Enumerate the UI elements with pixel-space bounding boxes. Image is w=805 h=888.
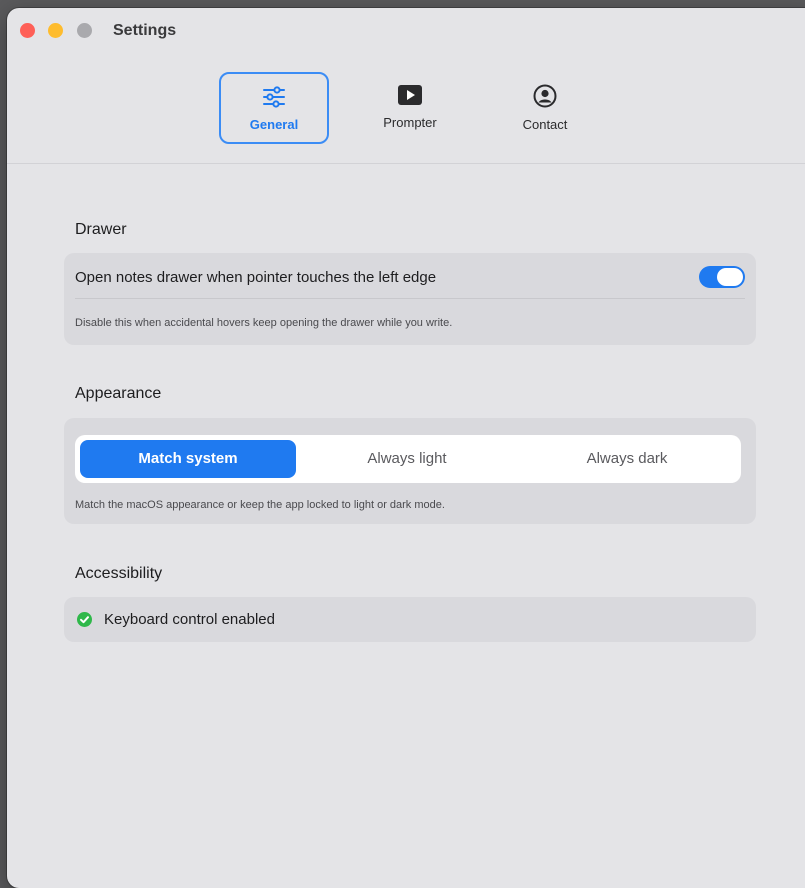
tab-general[interactable]: General: [219, 72, 329, 144]
zoom-window-button[interactable]: [77, 23, 92, 38]
play-icon: [398, 85, 422, 105]
drawer-toggle[interactable]: [699, 266, 745, 288]
segment-match-system[interactable]: Match system: [80, 440, 296, 478]
appearance-segmented-control: Match system Always light Always dark: [75, 435, 741, 483]
tab-general-label: General: [249, 117, 299, 132]
tab-contact[interactable]: Contact: [490, 72, 600, 144]
appearance-helper-text: Match the macOS appearance or keep the a…: [75, 499, 445, 511]
title-bar: Settings: [7, 8, 805, 52]
segment-always-light[interactable]: Always light: [299, 440, 515, 478]
sliders-icon: [263, 86, 285, 108]
accessibility-card: Keyboard control enabled: [64, 597, 756, 642]
minimize-window-button[interactable]: [48, 23, 63, 38]
tab-prompter-label: Prompter: [383, 115, 437, 130]
appearance-card: Match system Always light Always dark Ma…: [64, 418, 756, 524]
checkmark-circle-icon: [77, 612, 92, 627]
person-circle-icon: [533, 84, 557, 108]
keyboard-control-status: Keyboard control enabled: [104, 611, 275, 628]
close-window-button[interactable]: [20, 23, 35, 38]
segment-always-dark[interactable]: Always dark: [519, 440, 735, 478]
drawer-toggle-label: Open notes drawer when pointer touches t…: [75, 269, 437, 286]
settings-window: Settings General Prompter Contact Drawer…: [7, 8, 805, 888]
drawer-card: Open notes drawer when pointer touches t…: [64, 253, 756, 345]
appearance-section-title: Appearance: [75, 385, 162, 402]
tab-contact-label: Contact: [522, 117, 568, 132]
toggle-knob: [717, 268, 743, 286]
divider: [75, 298, 745, 299]
settings-toolbar: General Prompter Contact: [7, 52, 805, 164]
accessibility-section-title: Accessibility: [75, 565, 163, 582]
drawer-section-title: Drawer: [75, 221, 127, 238]
drawer-helper-text: Disable this when accidental hovers keep…: [75, 317, 453, 329]
tab-prompter[interactable]: Prompter: [355, 72, 465, 144]
window-title: Settings: [113, 22, 177, 39]
